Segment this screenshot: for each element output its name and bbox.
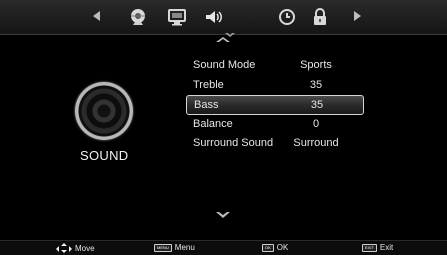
menu-item-value: 35 [310, 99, 324, 111]
menu-item-surround-sound[interactable]: Surround Sound Surround [186, 134, 362, 152]
arrow-keys-icon [56, 243, 72, 253]
menu-item-balance[interactable]: Balance 0 [186, 115, 362, 133]
menu-item-value: 35 [309, 79, 323, 91]
menu-item-label: Treble [193, 79, 224, 91]
exit-key-icon: EXIT [362, 243, 377, 252]
hint-bar: Move MENU Menu OK OK EXIT Exit [0, 240, 447, 255]
clock-icon[interactable] [276, 6, 298, 28]
picture-tab-icon[interactable] [127, 6, 149, 28]
exit-label: Exit [379, 243, 394, 252]
menu-item-label: Surround Sound [193, 137, 274, 149]
lock-icon[interactable] [309, 6, 331, 28]
ok-label: OK [276, 243, 289, 252]
menu-item-value: 0 [312, 118, 320, 130]
ok-key-icon: OK [262, 243, 274, 252]
scroll-down-icon[interactable] [214, 210, 232, 222]
menu-item-label: Bass [194, 99, 219, 111]
panel-title: SOUND [80, 148, 129, 163]
right-arrow-icon[interactable] [354, 11, 361, 21]
speaker-icon[interactable] [203, 6, 225, 28]
menu-item-label: Sound Mode [193, 59, 256, 71]
menu-hint: MENU Menu [154, 243, 195, 252]
exit-hint: EXIT Exit [362, 243, 393, 252]
tv-icon[interactable] [166, 6, 188, 28]
menu-item-value: Sports [300, 59, 332, 71]
left-arrow-icon[interactable] [93, 11, 100, 21]
menu-item-label: Balance [193, 118, 233, 130]
speaker-graphic-icon [75, 82, 133, 140]
move-hint: Move [56, 243, 95, 253]
menu-item-value: Surround [293, 137, 339, 149]
scroll-down-small-icon [225, 33, 235, 37]
menu-item-treble[interactable]: Treble 35 [186, 76, 362, 94]
ok-hint: OK OK [262, 243, 288, 252]
menu-label: Menu [174, 243, 195, 252]
menu-tab-bar [0, 0, 447, 35]
menu-item-bass[interactable]: Bass 35 [186, 95, 364, 115]
menu-item-sound-mode[interactable]: Sound Mode Sports [186, 56, 362, 74]
menu-key-icon: MENU [154, 243, 172, 252]
move-label: Move [75, 243, 95, 253]
